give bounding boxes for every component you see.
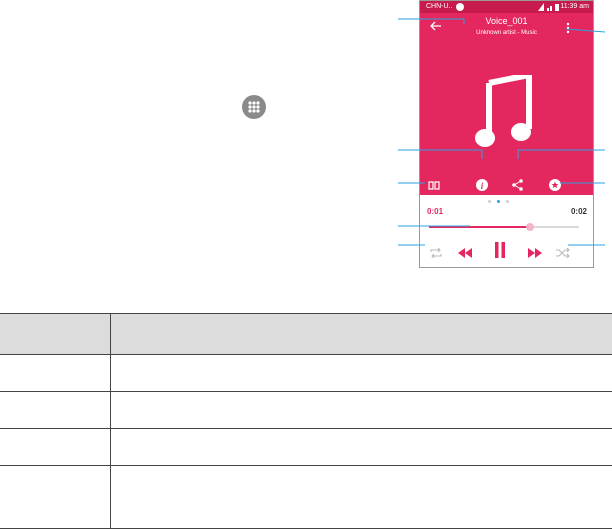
table-cell (111, 355, 612, 392)
table-row (0, 429, 612, 466)
callout-share (518, 150, 605, 159)
table-cell (111, 429, 612, 466)
table-header-cell (111, 314, 612, 355)
description-table (0, 313, 612, 529)
table-cell (0, 429, 111, 466)
table-cell (0, 355, 111, 392)
callout-more (566, 29, 605, 32)
callout-title (398, 19, 464, 24)
table-row (0, 392, 612, 429)
table-cell (111, 392, 612, 429)
callout-info (398, 150, 482, 159)
table-cell (0, 392, 111, 429)
table-header-row (0, 314, 612, 355)
table-cell (111, 466, 612, 529)
table-row (0, 355, 612, 392)
table-cell (0, 466, 111, 529)
callout-lines (0, 0, 612, 300)
table-row (0, 466, 612, 529)
table-header-cell (0, 314, 111, 355)
